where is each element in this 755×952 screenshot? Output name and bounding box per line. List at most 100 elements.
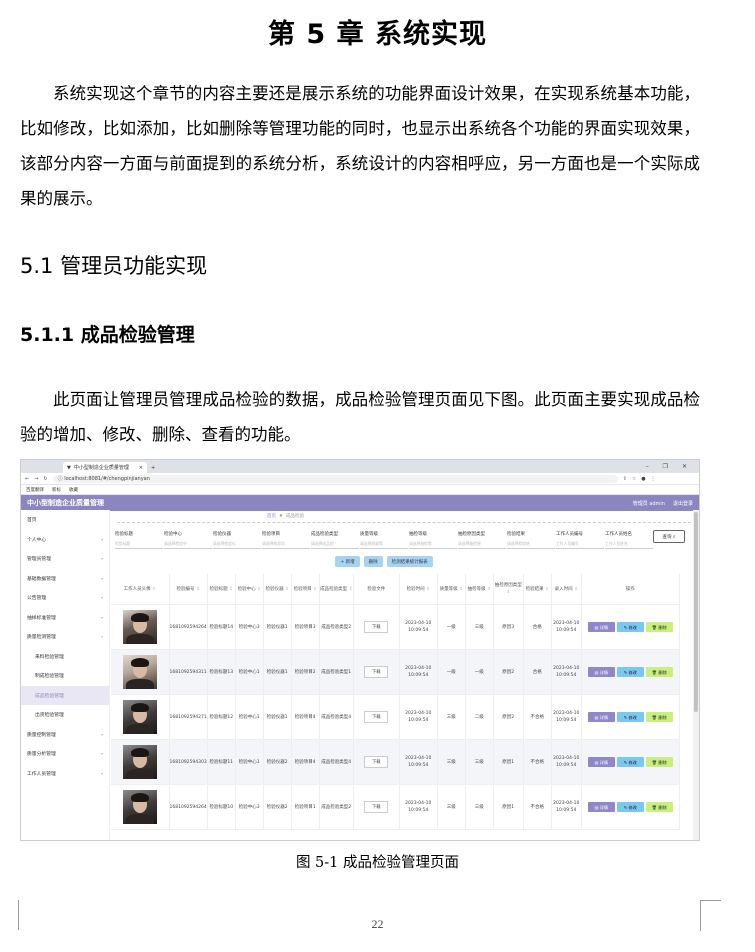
filter-input[interactable]: 请选择检验项 [262, 539, 310, 549]
sidebar-item-label: 公告管理 [27, 596, 47, 602]
delete-button[interactable]: 删除 [363, 556, 383, 567]
sort-icon: ⇕ [348, 586, 353, 592]
column-header[interactable]: 检验标题 ⇕ [207, 574, 236, 605]
sidebar-item[interactable]: 公告管理 ▾ [21, 588, 109, 608]
download-button[interactable]: 下载 [364, 801, 389, 813]
download-button[interactable]: 下载 [364, 756, 389, 768]
filter-input[interactable]: 请选择质量等 [360, 539, 408, 549]
intro-paragraph: 系统实现这个章节的内容主要还是展示系统的功能界面设计效果，在实现系统基本功能，比… [20, 84, 700, 208]
filter-input[interactable]: 工作人员姓名 [605, 539, 653, 549]
sidebar-item[interactable]: 出货检验管理 [21, 705, 109, 725]
profile-icon[interactable]: ● [641, 476, 645, 482]
sidebar-item[interactable]: 来料检验管理 [21, 647, 109, 667]
sidebar-item[interactable]: 工作人员管理 ▾ [21, 764, 109, 784]
forward-icon[interactable]: → [34, 476, 38, 482]
cell-time: 2023-04-10 10:09:54 [399, 784, 438, 830]
download-button[interactable]: 下载 [364, 621, 389, 633]
column-header[interactable]: 检验文件 [353, 574, 400, 605]
delete-row-button[interactable]: 🗑 删除 [645, 667, 673, 677]
column-header[interactable]: 录入时间 ⇕ [551, 574, 582, 605]
filter-input[interactable]: 请选择检验仪 [213, 539, 261, 549]
filter-input[interactable]: 请选择抽检原 [458, 539, 506, 549]
filter-input[interactable]: 请选择检验中 [164, 539, 212, 549]
browser-tab[interactable]: ▼ 中小型制造企业质量管理 × [63, 462, 147, 473]
view-button[interactable]: ▤ 详情 [587, 622, 615, 632]
delete-row-button[interactable]: 🗑 删除 [645, 712, 673, 722]
column-header[interactable]: 检验中心 ⇕ [235, 574, 264, 605]
column-header[interactable]: 检验时间 ⇕ [399, 574, 438, 605]
breadcrumb-home[interactable]: 首页 [267, 513, 276, 519]
logout-link[interactable]: 退出登录 [673, 500, 693, 507]
star-icon[interactable]: ☆ [632, 476, 636, 482]
edit-button[interactable]: ✎ 修改 [616, 712, 644, 722]
sidebar-item[interactable]: 首页 [21, 510, 109, 530]
download-button[interactable]: 下载 [364, 711, 389, 723]
reload-icon[interactable]: ↻ [43, 476, 47, 482]
sidebar-item[interactable]: 管理员管理 ▾ [21, 549, 109, 569]
column-header[interactable]: 工作人员头像 ⇕ [111, 574, 170, 605]
back-icon[interactable]: ← [25, 476, 29, 482]
cell-text: 1681092594271 [169, 714, 207, 720]
column-header[interactable]: 抽检等级 ⇕ [465, 574, 494, 605]
sidebar-item-label: 抽样标准管理 [27, 615, 56, 621]
sidebar-item[interactable]: 个人中心 ▾ [21, 530, 109, 550]
filter-input[interactable]: 请选择检验结 [507, 539, 555, 549]
menu-icon[interactable]: ⋮ [651, 476, 656, 482]
delete-row-button[interactable]: 🗑 删除 [645, 622, 673, 632]
view-button[interactable]: ▤ 详情 [587, 757, 615, 767]
view-button[interactable]: ▤ 详情 [587, 712, 615, 722]
column-header[interactable]: 抽检原因类型 ⇕ [493, 574, 524, 605]
filter-input[interactable]: 检验标题 [115, 539, 163, 549]
filter-input[interactable]: 请选择抽检等 [409, 539, 457, 549]
column-header[interactable]: 检验项目 ⇕ [291, 574, 320, 605]
column-header[interactable]: 操作 [581, 574, 680, 605]
window-controls-icon[interactable]: – ❐ ✕ [646, 463, 693, 470]
delete-row-button[interactable]: 🗑 删除 [645, 802, 673, 812]
sidebar-item[interactable]: 基础数据管理 ▾ [21, 569, 109, 589]
view-button[interactable]: ▤ 详情 [587, 667, 615, 677]
scrollbar[interactable] [693, 510, 699, 840]
bookmark-item[interactable]: 新标 [52, 487, 61, 493]
filter-input[interactable]: 工作人员编号 [556, 539, 604, 549]
column-header[interactable]: 检验仪器 ⇕ [263, 574, 292, 605]
column-header[interactable]: 检验编号 ⇕ [169, 574, 208, 605]
bookmark-item[interactable]: 百度翻译 [26, 487, 44, 493]
scrollbar-thumb[interactable] [694, 512, 698, 712]
edit-button[interactable]: ✎ 修改 [616, 667, 644, 677]
sidebar-item[interactable]: 质量控制管理 ▾ [21, 725, 109, 745]
bookmark-item[interactable]: 收藏 [69, 487, 78, 493]
action-bar: + 新增 删除 检测结果统计报表 [109, 556, 699, 567]
filter-label: 检验中心 [164, 532, 182, 537]
query-button[interactable]: 查询 ⌕ [653, 530, 685, 543]
view-button[interactable]: ▤ 详情 [587, 802, 615, 812]
sidebar-item[interactable]: 成品检验管理 [21, 685, 109, 705]
filter-label: 检验标题 [115, 532, 133, 537]
chevron-down-icon: ▾ [100, 556, 103, 562]
edit-button[interactable]: ✎ 修改 [616, 622, 644, 632]
download-button[interactable]: 下载 [364, 666, 389, 678]
cell-quality: 三级 [437, 739, 466, 785]
edit-button[interactable]: ✎ 修改 [616, 802, 644, 812]
sidebar-item[interactable]: 制成检验管理 [21, 666, 109, 686]
new-tab-icon[interactable]: + [151, 465, 155, 471]
edit-button[interactable]: ✎ 修改 [616, 757, 644, 767]
sidebar-item[interactable]: 抽样标准管理 ▾ [21, 608, 109, 628]
delete-row-button[interactable]: 🗑 删除 [645, 757, 673, 767]
column-header[interactable]: 检验结果 ⇕ [523, 574, 552, 605]
sidebar-item[interactable]: 质量检测管理 ▾ [21, 627, 109, 647]
url-field[interactable]: ⓘ localhost:8081/#/chengpinjianyan [52, 474, 618, 483]
filter-input[interactable]: 请选择成品检 [311, 539, 359, 549]
add-button[interactable]: + 新增 [335, 556, 360, 567]
sidebar-item[interactable]: 质量分析管理 ▾ [21, 744, 109, 764]
tab-close-icon[interactable]: × [139, 465, 143, 471]
column-header[interactable]: 成品检验类型 ⇕ [319, 574, 354, 605]
report-button[interactable]: 检测结果统计报表 [386, 556, 433, 567]
column-header[interactable]: 质量等级 ⇕ [437, 574, 466, 605]
share-icon[interactable]: ⇪ [623, 476, 627, 482]
cell-text: 2023-04-10 10:09:54 [553, 621, 580, 633]
cell-text: 三级 [446, 804, 456, 810]
cell-text: 一级 [446, 624, 456, 630]
sidebar-item-label: 基础数据管理 [27, 576, 56, 582]
sort-icon: ⇕ [152, 586, 156, 592]
cell-type: 成品检验类型1 [319, 649, 354, 695]
